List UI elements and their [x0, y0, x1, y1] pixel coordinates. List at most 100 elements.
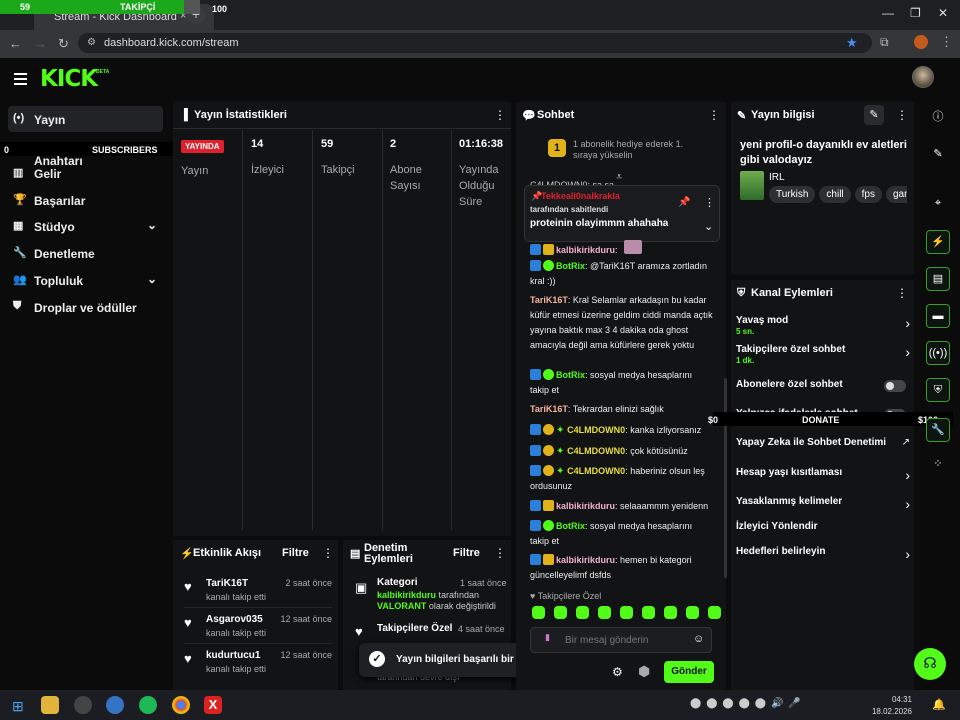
verified-badge-icon	[530, 260, 541, 271]
windows-start-icon[interactable]: ⊞	[12, 698, 24, 715]
close-window-icon[interactable]: ✕	[938, 6, 948, 20]
chat-message: BotRix: sosyal medya hesaplarını takip e…	[530, 519, 713, 549]
forward-icon[interactable]: →	[34, 36, 47, 51]
emote-row[interactable]	[532, 606, 730, 622]
crown-badge-icon	[543, 244, 554, 255]
stream-info-menu-icon[interactable]: ⋮	[896, 108, 908, 122]
chevron-down-icon[interactable]: ⌄	[704, 220, 713, 233]
mod-row-time: 1 saat önce	[460, 578, 507, 588]
bolt-icon: ⚡	[180, 548, 194, 560]
browser-menu-icon[interactable]: ⋮	[940, 34, 953, 50]
chat-username[interactable]: kalbikirikduru	[556, 501, 615, 511]
chat-message: ✦ C4LMDOWN0: çok kötüsünüz	[530, 444, 713, 459]
app-icon[interactable]	[74, 696, 92, 714]
pencil-icon[interactable]: ✎	[926, 143, 950, 167]
edit-button[interactable]: ✎	[864, 105, 884, 125]
minimize-icon[interactable]: —	[882, 6, 894, 20]
support-icon[interactable]: ☊	[914, 648, 946, 680]
chat-message: BotRix: sosyal medya hesaplarını takip e…	[530, 368, 713, 398]
chat-username[interactable]: BotRix	[556, 521, 585, 531]
chat-icon[interactable]: ▬	[926, 304, 950, 328]
channel-actions-menu-icon[interactable]: ⋮	[896, 286, 908, 300]
verified-badge-icon	[530, 244, 541, 255]
channel-action-row[interactable]: İzleyici Yönlendir	[736, 521, 910, 532]
spotify-icon[interactable]	[139, 696, 157, 714]
chat-username[interactable]: BotRix	[556, 370, 585, 380]
bot-icon[interactable]: ⬢	[638, 663, 650, 680]
channel-action-row[interactable]: Hesap yaşı kısıtlaması ›	[736, 467, 910, 483]
chat-menu-icon[interactable]: ⋮	[708, 108, 720, 122]
bookmark-star-icon[interactable]: ★	[846, 35, 858, 51]
verified-badge-icon	[530, 369, 541, 380]
chat-username[interactable]: kalbikirikduru	[556, 245, 615, 255]
wrench-icon[interactable]: 🔧	[926, 418, 950, 442]
file-explorer-icon[interactable]	[41, 696, 59, 714]
url-field[interactable]: dashboard.kick.com/stream	[78, 33, 872, 53]
sidebar-item-basarilar[interactable]: 🏆 Başarılar	[8, 187, 163, 213]
avatar[interactable]	[912, 66, 934, 88]
sidebar-item-denetleme[interactable]: 🔧 Denetleme	[8, 240, 163, 266]
sidebar-item-gelir[interactable]: ▥ Gelir	[8, 160, 163, 186]
sidebar-item-topluluk[interactable]: 👥 Topluluk ⌄	[8, 267, 163, 293]
live-badge: YAYINDA	[181, 140, 224, 153]
menu-icon[interactable]	[14, 73, 27, 88]
channel-action-row[interactable]: Yasaklanmış kelimeler ›	[736, 496, 910, 512]
event-filter-button[interactable]: Filtre	[282, 547, 309, 559]
focus-icon[interactable]: ⌖	[926, 192, 950, 216]
app-icon[interactable]	[106, 696, 124, 714]
settings-icon[interactable]: ⚙	[612, 665, 623, 679]
chat-scrollbar[interactable]	[724, 378, 727, 578]
chat-text: çok kötüsünüz	[630, 446, 688, 456]
chat-username[interactable]: kalbikirikduru	[556, 555, 615, 565]
stats-menu-icon[interactable]: ⋮	[494, 108, 506, 122]
chat-text: sosyal medya hesaplarını takip et	[530, 370, 693, 395]
event-menu-icon[interactable]: ⋮	[322, 546, 334, 560]
reload-icon[interactable]: ↻	[58, 36, 69, 52]
emoji-icon[interactable]: ☺	[693, 633, 704, 645]
channel-action-row[interactable]: Hedefleri belirleyin ›	[736, 546, 910, 562]
apps-icon[interactable]: ⁘	[926, 453, 950, 477]
mod-filter-button[interactable]: Filtre	[453, 547, 480, 559]
document-icon[interactable]: ▤	[926, 267, 950, 291]
maximize-icon[interactable]: ❐	[910, 6, 921, 20]
channel-action-row[interactable]: Takipçilere özel sohbet 1 dk. ›	[736, 344, 910, 365]
pinned-by-user: Tekkeali0nalkrakla	[541, 191, 620, 201]
broadcast-icon[interactable]: ((•))	[926, 341, 950, 365]
unpin-icon[interactable]: 📌	[678, 197, 690, 208]
sidebar-item-studyo[interactable]: ▦ Stüdyo ⌄	[8, 213, 163, 239]
chrome-icon[interactable]	[172, 696, 190, 714]
gift-leaderboard-text[interactable]: 1 abonelik hediye ederek 1. sıraya yükse…	[573, 139, 693, 161]
shield-icon[interactable]: ⛨	[926, 378, 950, 402]
channel-action-row[interactable]: Yapay Zeka ile Sohbet Denetimi ↗	[736, 437, 910, 448]
profile-icon[interactable]	[914, 35, 928, 49]
info-icon[interactable]: ⓘ	[926, 106, 950, 130]
channel-action-row[interactable]: Yavaş mod 5 sn. ›	[736, 315, 910, 336]
chat-username[interactable]: C4LMDOWN0	[567, 446, 625, 456]
sidebar-item-droplar[interactable]: ⛊ Droplar ve ödüller	[8, 294, 163, 320]
tray-icons[interactable]: ⬤⬤⬤⬤⬤🔊🎤	[690, 698, 806, 709]
list-item: ♥ Asgarov035 kanalı takip etti 12 saat önce	[184, 610, 332, 644]
beta-badge: BETA	[96, 69, 110, 75]
site-info-icon[interactable]: ⚙	[87, 37, 96, 48]
sidebar-item-yayin[interactable]: (•) Yayın	[8, 106, 163, 132]
channel-action-label: İzleyici Yönlendir	[736, 521, 818, 532]
chat-username[interactable]: C4LMDOWN0	[567, 425, 625, 435]
og-badge-icon: ✦	[556, 466, 568, 477]
pinned-menu-icon[interactable]: ⋮	[704, 196, 715, 209]
chat-username[interactable]: TariK16T	[530, 404, 568, 414]
back-icon[interactable]: ←	[9, 36, 22, 51]
chat-username[interactable]: C4LMDOWN0	[567, 466, 625, 476]
notification-icon[interactable]: 🔔	[932, 698, 946, 711]
kick-logo[interactable]: KICK	[40, 66, 98, 92]
channel-action-row[interactable]: Abonelere özel sohbet	[736, 379, 910, 392]
mod-row-category: VALORANT	[377, 601, 427, 611]
extensions-icon[interactable]: ⧉	[880, 35, 889, 50]
toggle-switch[interactable]	[884, 380, 906, 392]
app-icon[interactable]: X	[204, 696, 222, 714]
chat-username[interactable]: BotRix	[556, 261, 585, 271]
send-button[interactable]: Gönder	[664, 661, 714, 683]
bolt-icon[interactable]: ⚡	[926, 230, 950, 254]
verified-badge-icon	[530, 424, 541, 435]
chat-username[interactable]: TariK16T	[530, 295, 568, 305]
mod-menu-icon[interactable]: ⋮	[494, 546, 506, 560]
